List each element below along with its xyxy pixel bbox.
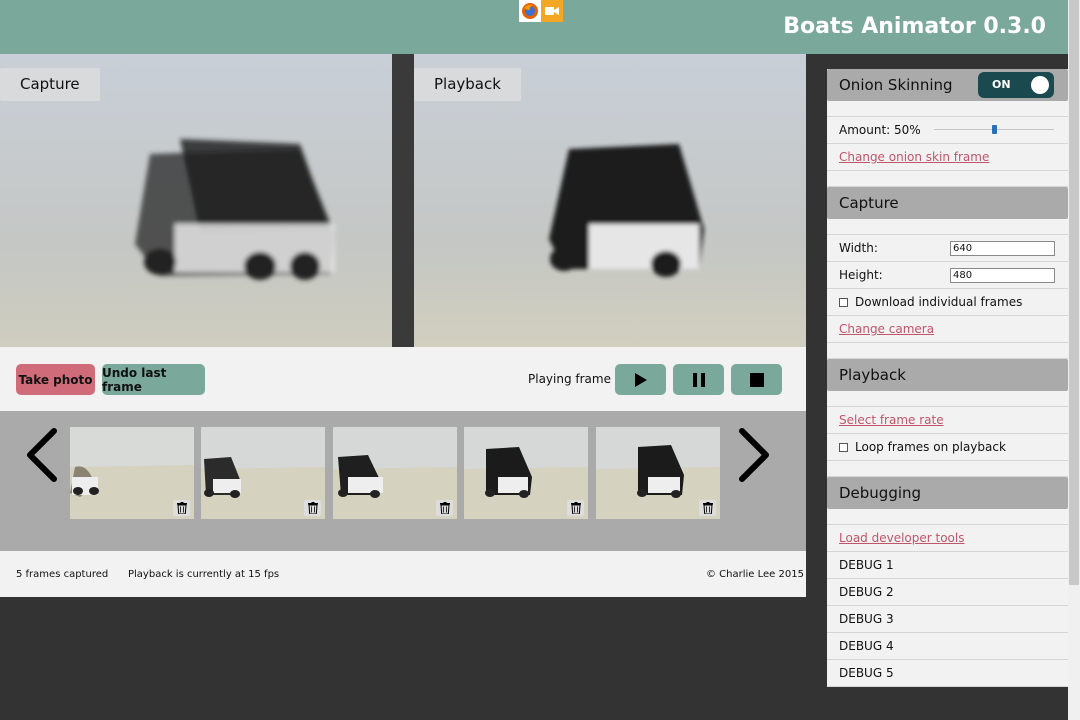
top-icons: [519, 0, 563, 22]
playback-view: Playback: [414, 54, 806, 347]
playback-fps-status: Playback is currently at 15 fps: [128, 569, 280, 580]
width-label: Width:: [839, 241, 878, 255]
app-title: Boats Animator 0.3.0: [783, 14, 1046, 39]
debug-item[interactable]: DEBUG 4: [827, 633, 1068, 660]
onion-amount-label: Amount: 50%: [839, 123, 921, 137]
stop-button[interactable]: [731, 364, 782, 395]
width-input[interactable]: 640: [950, 241, 1055, 256]
delete-frame-button[interactable]: [173, 500, 190, 516]
undo-last-frame-button[interactable]: Undo last frame: [102, 364, 205, 395]
slider-handle[interactable]: [991, 125, 997, 134]
onion-skinning-header: Onion Skinning ON: [827, 69, 1068, 101]
width-row: Width: 640: [827, 235, 1068, 262]
loop-frames-label: Loop frames on playback: [855, 440, 1006, 454]
section-gap: [827, 509, 1068, 525]
download-frames-row[interactable]: Download individual frames: [827, 289, 1068, 316]
trash-icon: [439, 502, 450, 514]
frame-strip: [0, 411, 806, 551]
trash-icon: [570, 502, 581, 514]
debug-item[interactable]: DEBUG 1: [827, 552, 1068, 579]
frames-captured-status: 5 frames captured: [16, 569, 109, 580]
debug-item[interactable]: DEBUG 3: [827, 606, 1068, 633]
chevron-right-icon: [739, 428, 769, 482]
section-gap: [827, 101, 1068, 117]
pause-icon: [692, 372, 705, 387]
frame-rate-row: Select frame rate: [827, 407, 1068, 434]
delete-frame-button[interactable]: [304, 500, 321, 516]
select-frame-rate-link[interactable]: Select frame rate: [839, 413, 944, 427]
app-header: Boats Animator 0.3.0: [0, 0, 1068, 54]
download-frames-label: Download individual frames: [855, 295, 1023, 309]
playback-header: Playback: [827, 359, 1068, 391]
capture-header: Capture: [827, 187, 1068, 219]
firefox-icon[interactable]: [519, 0, 541, 22]
status-footer: 5 frames captured Playback is currently …: [0, 551, 806, 597]
frame-thumbnail[interactable]: [596, 427, 720, 519]
trash-icon: [702, 502, 713, 514]
onion-amount-row: Amount: 50%: [827, 117, 1068, 144]
delete-frame-button[interactable]: [699, 500, 716, 516]
section-gap: [827, 343, 1068, 359]
loop-frames-checkbox[interactable]: [839, 443, 848, 452]
pause-button[interactable]: [673, 364, 724, 395]
onion-amount-slider[interactable]: [934, 125, 1054, 134]
capture-label: Capture: [0, 68, 100, 101]
loop-frames-row[interactable]: Loop frames on playback: [827, 434, 1068, 461]
delete-frame-button[interactable]: [436, 500, 453, 516]
section-gap: [827, 219, 1068, 235]
section-gap: [827, 391, 1068, 407]
section-gap: [827, 461, 1068, 477]
chevron-left-icon: [27, 428, 57, 482]
main-area: Capture Playback Take photo Undo last fr…: [0, 54, 806, 597]
height-label: Height:: [839, 268, 883, 282]
onion-skinning-title: Onion Skinning: [839, 76, 953, 94]
play-icon: [634, 372, 647, 387]
trash-icon: [176, 502, 187, 514]
playing-frame-status: Playing frame 5: [528, 372, 623, 386]
settings-sidebar: Onion Skinning ON Amount: 50% Change oni…: [827, 69, 1068, 687]
change-onion-skin-frame-link[interactable]: Change onion skin frame: [839, 150, 989, 164]
toggle-knob: [1031, 76, 1049, 94]
capture-view: Capture: [0, 54, 392, 347]
controls-bar: Take photo Undo last frame Playing frame…: [0, 347, 806, 411]
scrollbar-thumb[interactable]: [1069, 0, 1079, 585]
onion-skinning-toggle[interactable]: ON: [978, 72, 1054, 98]
trash-icon: [307, 502, 318, 514]
frame-thumbnail[interactable]: [201, 427, 325, 519]
play-button[interactable]: [615, 364, 666, 395]
take-photo-button[interactable]: Take photo: [16, 364, 95, 395]
frame-thumbnail[interactable]: [464, 427, 588, 519]
copyright: © Charlie Lee 2015: [706, 569, 804, 580]
download-frames-checkbox[interactable]: [839, 298, 848, 307]
change-onion-row: Change onion skin frame: [827, 144, 1068, 171]
delete-frame-button[interactable]: [567, 500, 584, 516]
section-gap: [827, 171, 1068, 187]
scroll-left-arrow[interactable]: [22, 427, 62, 483]
debugging-header: Debugging: [827, 477, 1068, 509]
frame-thumbnail[interactable]: [70, 427, 194, 519]
camera-icon[interactable]: [541, 0, 563, 22]
playback-label: Playback: [414, 68, 521, 101]
stop-icon: [749, 372, 764, 387]
toggle-label: ON: [992, 78, 1011, 91]
change-camera-link[interactable]: Change camera: [839, 322, 934, 336]
height-row: Height: 480: [827, 262, 1068, 289]
scroll-right-arrow[interactable]: [734, 427, 774, 483]
change-camera-row: Change camera: [827, 316, 1068, 343]
debug-item[interactable]: DEBUG 5: [827, 660, 1068, 687]
frame-thumbnail[interactable]: [333, 427, 457, 519]
debug-item[interactable]: DEBUG 2: [827, 579, 1068, 606]
load-developer-tools-link[interactable]: Load developer tools: [839, 531, 964, 545]
dev-tools-row: Load developer tools: [827, 525, 1068, 552]
height-input[interactable]: 480: [950, 268, 1055, 283]
